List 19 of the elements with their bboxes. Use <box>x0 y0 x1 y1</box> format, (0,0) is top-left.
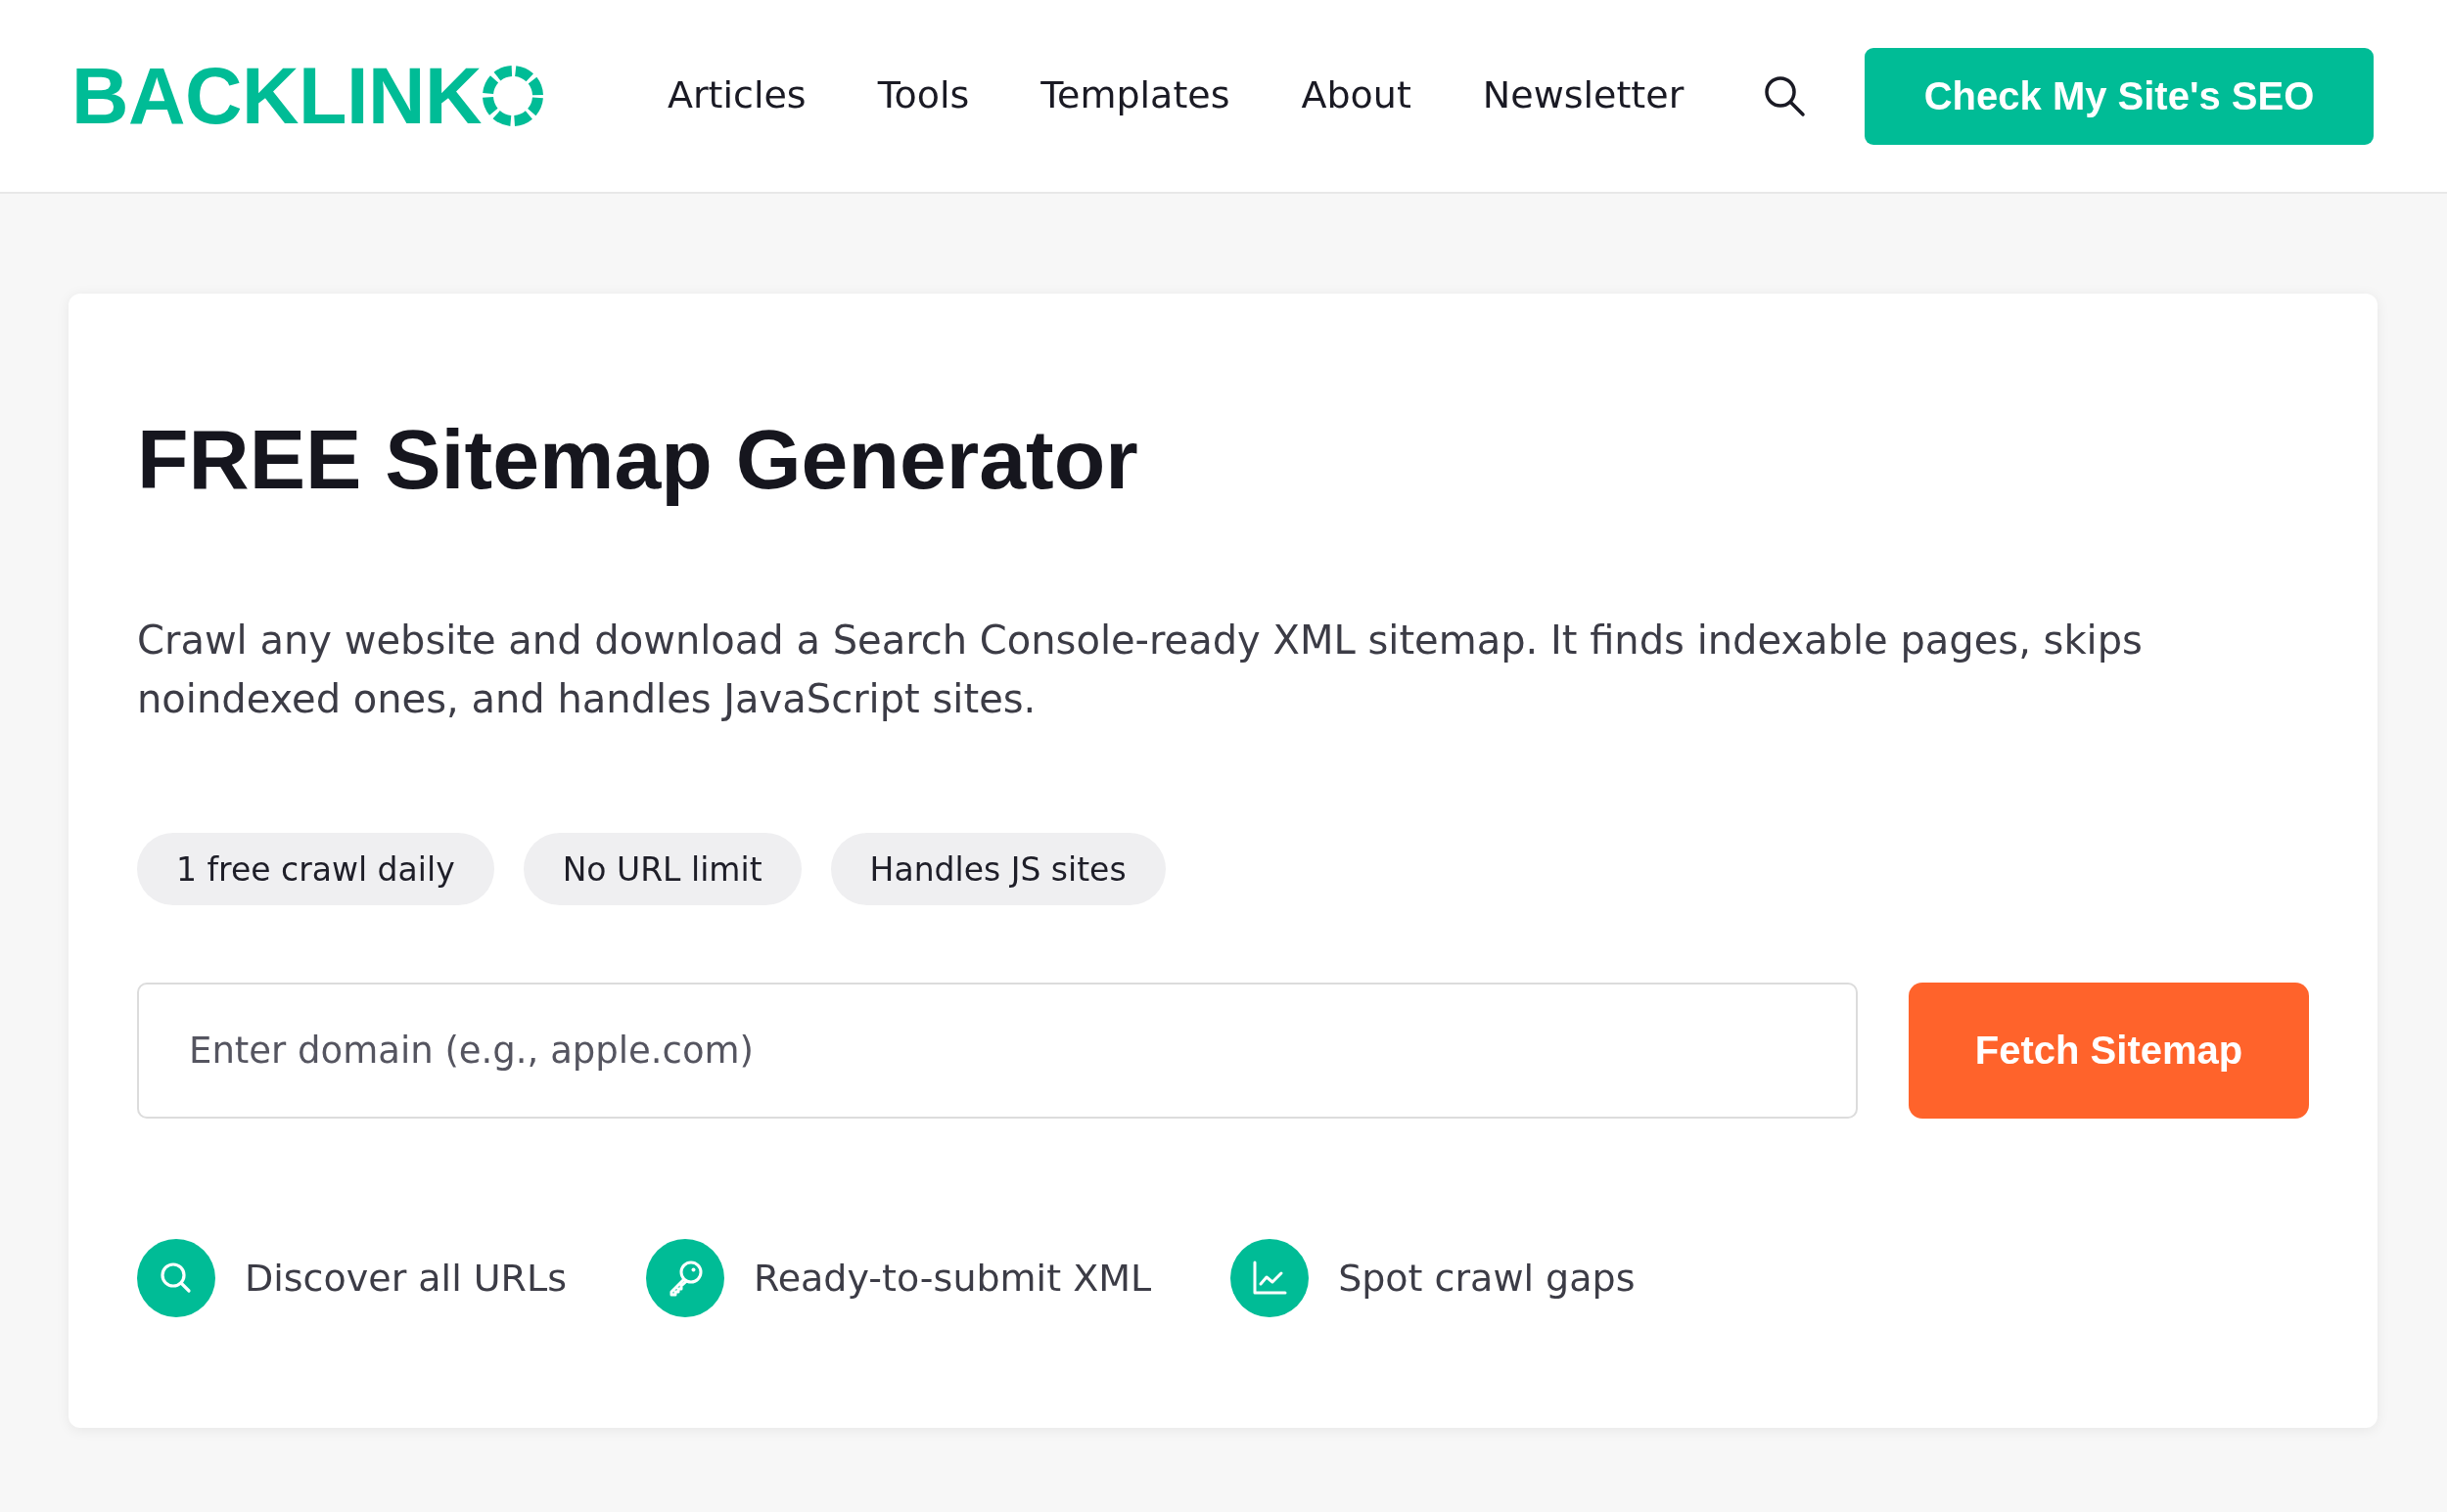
nav-link[interactable]: Newsletter <box>1482 73 1685 118</box>
key-icon <box>646 1239 724 1318</box>
feature-label: Discover all URLs <box>245 1257 567 1301</box>
feature-label: Ready-to-submit XML <box>754 1257 1152 1301</box>
feature-label: Spot crawl gaps <box>1338 1257 1636 1301</box>
search-icon[interactable] <box>1763 74 1806 117</box>
feature-tag: Handles JS sites <box>830 833 1166 906</box>
feature-tag: No URL limit <box>523 833 802 906</box>
nav-link[interactable]: About <box>1301 73 1411 118</box>
domain-input[interactable]: Enter domain (e.g., apple.com) <box>137 983 1858 1120</box>
page-description: Crawl any website and download a Search Console-ready XML sitemap. It finds indexable pages, skips noindexed ones, and handles JavaScript sites. <box>137 617 2144 724</box>
ring-icon <box>482 66 543 126</box>
line-chart-icon <box>1230 1239 1310 1318</box>
nav-link[interactable]: Articles <box>667 73 807 118</box>
nav-link[interactable]: Tools <box>877 73 970 118</box>
search-icon <box>137 1239 215 1318</box>
page-title: FREE Sitemap Generator <box>137 411 1139 508</box>
nav-link[interactable]: Templates <box>1040 73 1230 118</box>
feature-tag: 1 free crawl daily <box>137 833 494 906</box>
